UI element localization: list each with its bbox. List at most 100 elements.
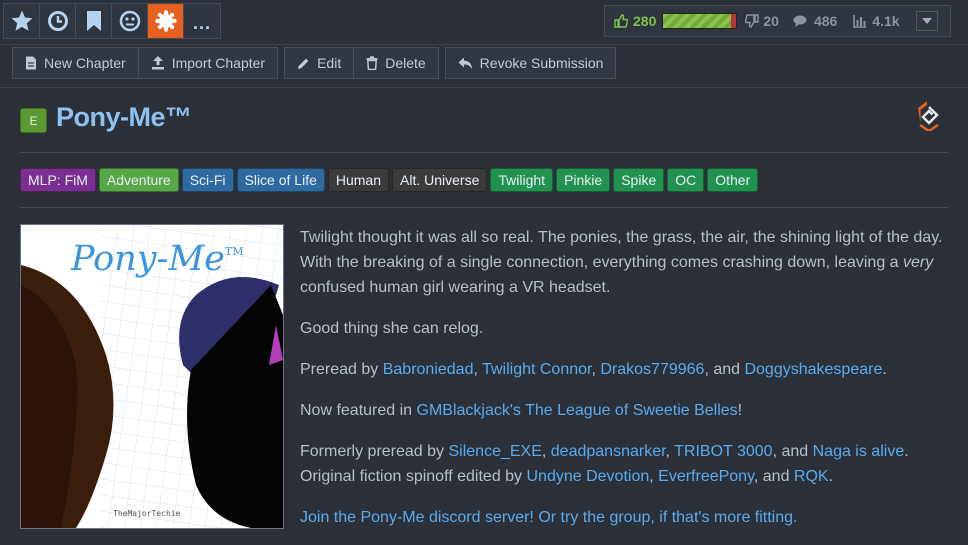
neutral-face-icon	[119, 10, 140, 32]
epub-icon	[918, 101, 939, 133]
text: ,	[665, 443, 675, 460]
more-button[interactable]: ...	[184, 4, 220, 38]
tag-spike[interactable]: Spike	[613, 168, 665, 192]
sun-gear-icon	[154, 10, 177, 32]
text: ,	[649, 468, 659, 485]
cover-image[interactable]: Pony-MeTM TheMajorTechie	[20, 224, 284, 529]
text: Now featured in	[300, 402, 417, 419]
user-link-silence-exe[interactable]: Silence_EXE	[449, 443, 542, 460]
text: Formerly preread by	[300, 443, 449, 460]
read-later-button[interactable]	[40, 4, 76, 38]
user-link-twilight-connor[interactable]: Twilight Connor	[482, 361, 591, 378]
cover-tm: TM	[224, 245, 244, 258]
user-link-naga-is-alive[interactable]: Naga is alive	[813, 443, 905, 460]
user-link-babroniedad[interactable]: Babroniedad	[383, 361, 474, 378]
discord-link[interactable]: Join the Pony-Me discord server! Or try …	[300, 509, 797, 526]
tag-twilight[interactable]: Twilight	[490, 168, 554, 192]
text: confused human girl wearing a VR headset…	[300, 279, 611, 296]
text: , and	[704, 361, 745, 378]
featured-story-link[interactable]: GMBlackjack's The League of Sweetie Bell…	[417, 402, 738, 419]
dislike-button[interactable]: 20	[745, 13, 779, 29]
stats-dropdown-button[interactable]	[915, 11, 938, 31]
divider	[0, 44, 968, 45]
comments-link[interactable]: 486	[793, 13, 837, 29]
like-button[interactable]: 280	[614, 13, 656, 29]
story-title[interactable]: Pony-Me™	[56, 102, 192, 133]
dislike-count: 20	[763, 13, 779, 29]
tag-other[interactable]: Other	[707, 168, 759, 192]
revoke-button-group: Revoke Submission	[444, 47, 617, 79]
more-icon: ...	[192, 12, 211, 33]
content-rating-badge[interactable]: E	[20, 108, 47, 133]
text: .	[882, 361, 887, 378]
emphasis-text: very	[903, 254, 934, 271]
bookmark-icon	[86, 11, 101, 31]
upload-icon	[151, 56, 164, 70]
tag-pinkie[interactable]: Pinkie	[556, 168, 611, 192]
divider	[20, 207, 948, 208]
epub-download-button[interactable]	[914, 101, 944, 133]
edit-button[interactable]: Edit	[285, 48, 355, 78]
new-chapter-button[interactable]: New Chapter	[13, 48, 139, 78]
tag-slice-of-life[interactable]: Slice of Life	[236, 168, 325, 192]
featured-button[interactable]	[148, 4, 184, 38]
tag-sci-fi[interactable]: Sci-Fi	[181, 168, 234, 192]
cover-credit: TheMajorTechie	[113, 509, 181, 518]
new-chapter-label: New Chapter	[44, 55, 126, 71]
top-bar: ... 280 20 486 4.1k	[0, 0, 968, 44]
thumbs-up-icon	[614, 14, 628, 28]
edit-label: Edit	[317, 55, 342, 71]
tag-oc[interactable]: OC	[667, 168, 705, 192]
trash-icon	[366, 56, 378, 70]
former-preread-paragraph: Formerly preread by Silence_EXE, deadpan…	[300, 439, 955, 489]
text: , and	[753, 468, 794, 485]
text: ,	[473, 361, 483, 378]
user-link-tribot-3000[interactable]: TRIBOT 3000	[674, 443, 772, 460]
rating-box: 280 20 486 4.1k	[604, 5, 951, 37]
delete-label: Delete	[385, 55, 426, 71]
pencil-icon	[298, 58, 309, 69]
tag-human[interactable]: Human	[327, 168, 390, 192]
revoke-submission-button[interactable]: Revoke Submission	[446, 48, 616, 78]
like-count: 280	[633, 13, 657, 29]
reply-arrow-icon	[458, 57, 472, 69]
thumbs-down-icon	[745, 14, 760, 28]
user-link-drakos779966[interactable]: Drakos779966	[600, 361, 704, 378]
featured-paragraph: Now featured in GMBlackjack's The League…	[300, 398, 955, 423]
delete-button[interactable]: Delete	[354, 48, 437, 78]
comments-icon	[793, 15, 807, 27]
caret-down-icon	[921, 18, 932, 24]
user-link-everfreepony[interactable]: EverfreePony	[658, 468, 754, 485]
divider	[20, 152, 948, 153]
text: .	[828, 468, 834, 485]
views-link[interactable]: 4.1k	[853, 13, 900, 29]
description-paragraph: Good thing she can relog.	[300, 320, 484, 337]
tag-mlp-fim[interactable]: MLP: FiM	[20, 168, 96, 192]
comment-count: 486	[813, 13, 838, 29]
rating-bar-fill	[663, 14, 732, 28]
import-chapter-button[interactable]: Import Chapter	[139, 48, 277, 78]
favourite-button[interactable]	[4, 4, 40, 38]
story-action-icons: ...	[3, 3, 221, 39]
bar-chart-icon	[853, 15, 867, 28]
text: , and	[772, 443, 813, 460]
star-icon	[11, 10, 32, 31]
discord-paragraph: Join the Pony-Me discord server! Or try …	[300, 505, 955, 530]
tag-adventure[interactable]: Adventure	[98, 168, 179, 192]
user-link-deadpansnarker[interactable]: deadpansnarker	[551, 443, 666, 460]
preread-paragraph: Preread by Babroniedad, Twilight Connor,…	[300, 357, 955, 382]
text: ,	[541, 443, 551, 460]
view-count: 4.1k	[872, 13, 900, 29]
user-link-undyne-devotion[interactable]: Undyne Devotion	[527, 468, 650, 485]
chapter-button-group: New Chapter Import Chapter	[12, 47, 279, 79]
cover-title-text: Pony-Me	[71, 239, 225, 279]
text: !	[737, 402, 743, 419]
bookshelf-button[interactable]	[76, 4, 112, 38]
tag-alt-universe[interactable]: Alt. Universe	[392, 168, 488, 192]
user-link-doggyshakespeare[interactable]: Doggyshakespeare	[744, 361, 882, 378]
text: Twilight thought it was all so real. The…	[300, 229, 943, 271]
rate-button[interactable]	[112, 4, 148, 38]
user-link-rqk[interactable]: RQK	[794, 468, 829, 485]
revoke-submission-label: Revoke Submission	[479, 55, 604, 71]
story-tags: MLP: FiM Adventure Sci-Fi Slice of Life Huma…	[20, 168, 759, 192]
